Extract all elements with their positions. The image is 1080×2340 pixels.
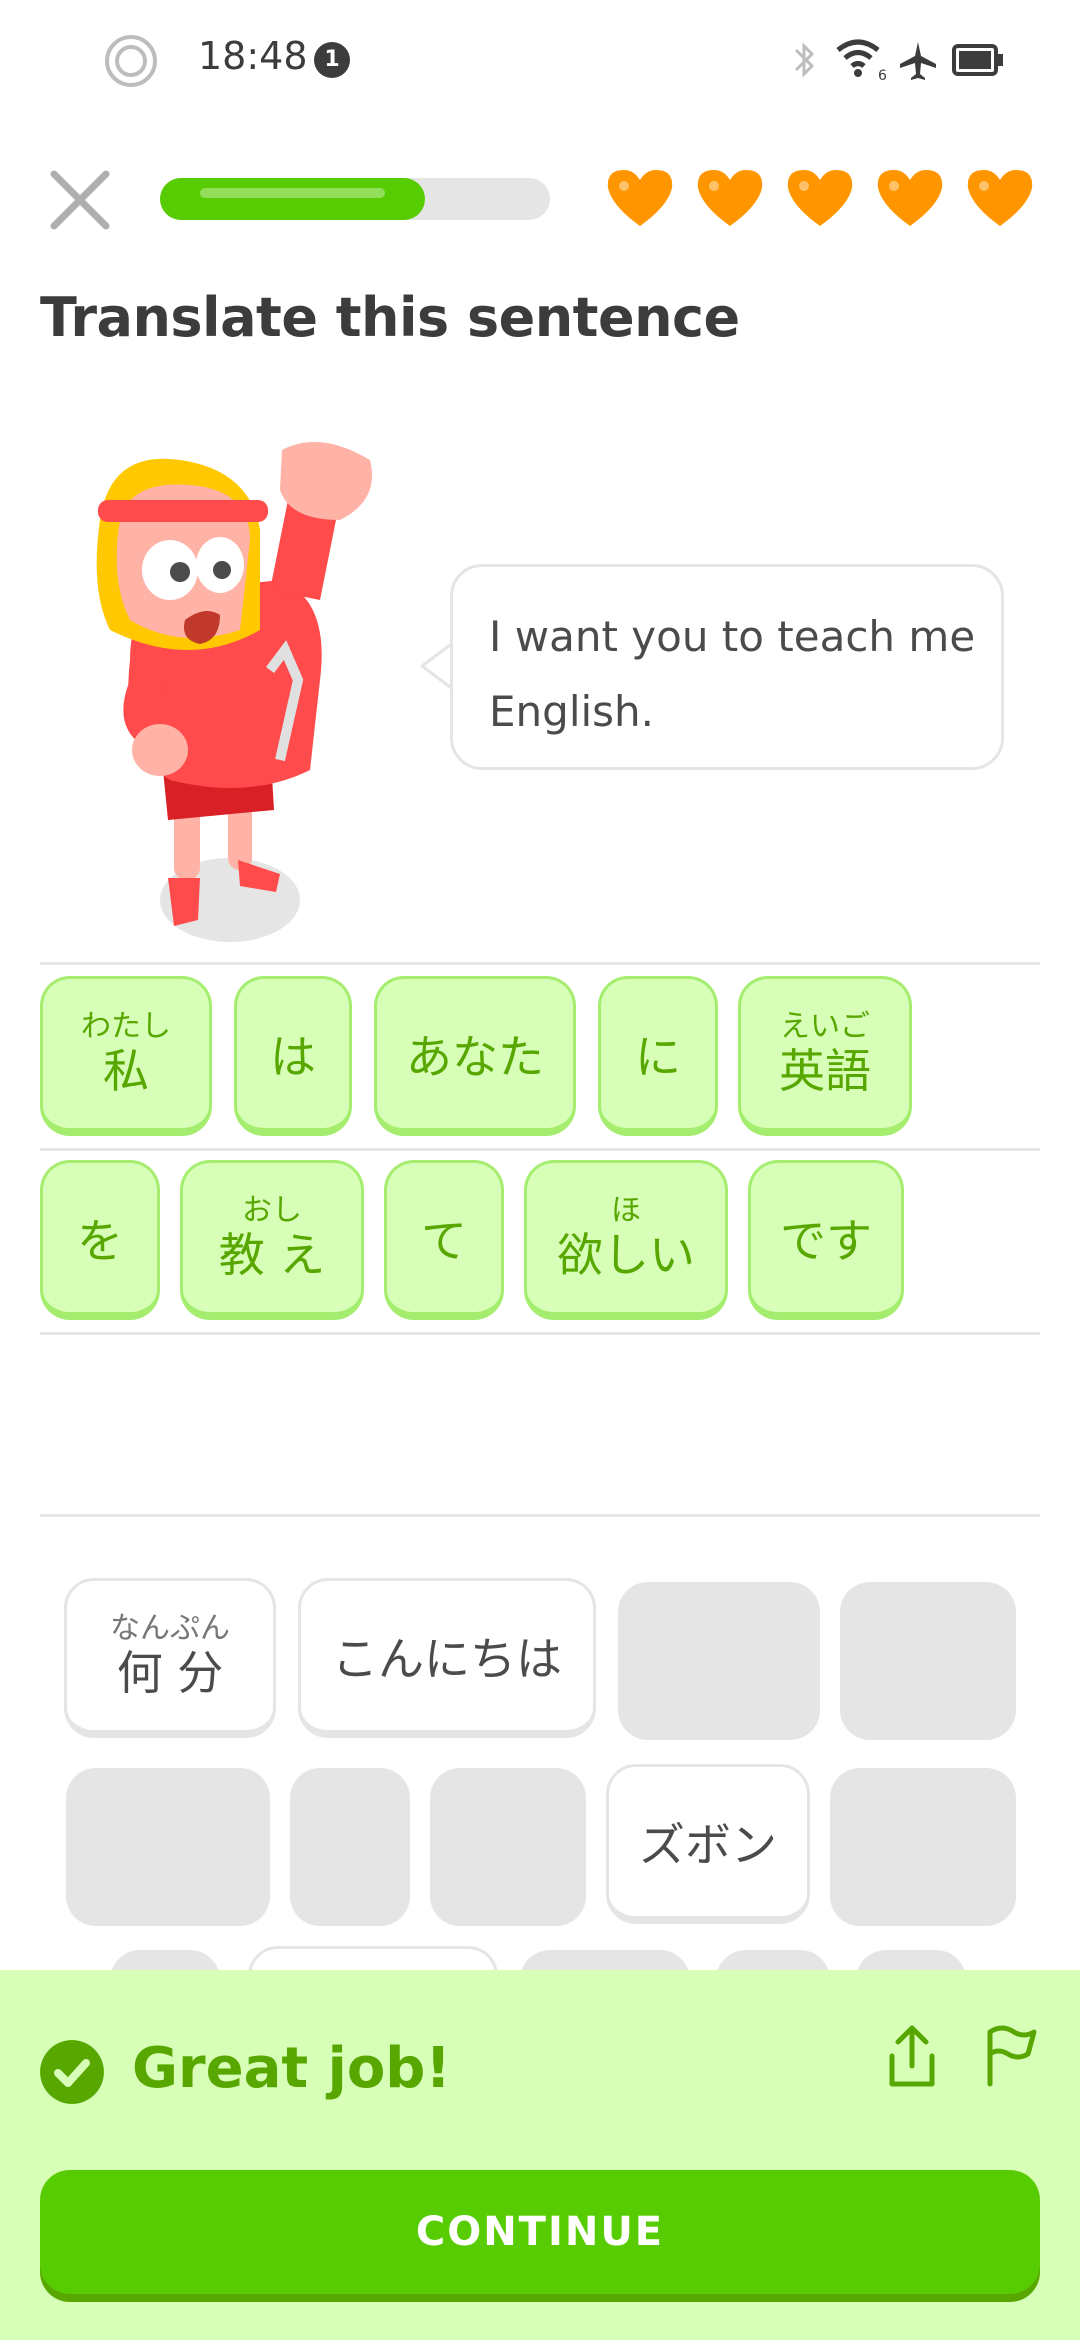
tile-text: 英語 <box>779 1043 871 1098</box>
answer-line-1 <box>40 962 1040 965</box>
tile-furigana: ほ <box>611 1192 641 1228</box>
answer-line-2 <box>40 1148 1040 1151</box>
heart-icon <box>967 170 1033 226</box>
tile-furigana: なんぷん <box>110 1610 230 1646</box>
word-bank-slot[interactable] <box>618 1582 820 1740</box>
report-flag-icon[interactable] <box>982 2022 1040 2092</box>
word-bank-slot[interactable] <box>66 1768 270 1926</box>
tile-text: 私 <box>103 1043 149 1098</box>
character-illustration <box>96 442 372 942</box>
tile-text: に <box>635 1029 681 1084</box>
airplane-mode-icon <box>900 42 936 80</box>
tile-text: を <box>77 1213 123 1268</box>
word-bank-slot[interactable] <box>840 1582 1016 1740</box>
answer-tile[interactable]: ほ欲しい <box>524 1160 728 1320</box>
hearts <box>604 166 1036 230</box>
tile-text: こんにちは <box>332 1631 562 1686</box>
tile-text: です <box>780 1213 872 1268</box>
tile-text: 何 分 <box>116 1645 224 1700</box>
progress-fill <box>160 178 425 220</box>
svg-text:6: 6 <box>878 68 887 82</box>
tile-text: ズボン <box>639 1817 777 1872</box>
word-bank-tile[interactable]: なんぷん何 分 <box>64 1578 276 1738</box>
answer-tile[interactable]: です <box>748 1160 904 1320</box>
wifi-icon: 6 <box>836 39 887 82</box>
answer-tile[interactable]: て <box>384 1160 504 1320</box>
close-icon[interactable] <box>48 168 112 232</box>
word-bank-divider <box>40 1514 1040 1517</box>
battery-icon <box>952 44 1003 76</box>
heart-icon <box>697 170 763 226</box>
word-bank-tile[interactable]: こんにちは <box>298 1578 596 1738</box>
tile-furigana: わたし <box>81 1008 171 1044</box>
feedback-message: Great job! <box>132 2036 451 2101</box>
check-icon <box>40 2040 104 2104</box>
page-title: Translate this sentence <box>40 286 740 349</box>
bluetooth-icon <box>794 42 815 78</box>
speech-bubble: I want you to teach me English. <box>450 564 1004 770</box>
tile-text: て <box>421 1213 467 1268</box>
heart-icon <box>787 170 853 226</box>
notification-badge: 1 <box>314 42 350 78</box>
tile-text: 教 え <box>218 1227 326 1282</box>
status-time: 18:48 <box>198 34 308 78</box>
share-icon[interactable] <box>884 2022 940 2092</box>
screen-record-icon <box>105 35 157 87</box>
tile-text: 欲しい <box>557 1227 695 1282</box>
word-bank-slot[interactable] <box>430 1768 586 1926</box>
answer-tile[interactable]: おし教 え <box>180 1160 364 1320</box>
status-bar: 18:48 1 6 <box>0 0 1080 120</box>
prompt-sentence: I want you to teach me English. <box>489 612 976 736</box>
tile-text: あなた <box>406 1029 544 1084</box>
tile-furigana: えいご <box>780 1008 870 1044</box>
heart-icon <box>607 170 673 226</box>
answer-tile[interactable]: わたし私 <box>40 976 212 1136</box>
answer-tile[interactable]: に <box>598 976 718 1136</box>
word-bank-slot[interactable] <box>830 1768 1016 1926</box>
continue-button[interactable]: CONTINUE <box>40 2170 1040 2294</box>
answer-tile[interactable]: を <box>40 1160 160 1320</box>
progress-shine <box>200 188 385 198</box>
answer-line-3 <box>40 1332 1040 1335</box>
word-bank-tile[interactable]: ズボン <box>606 1764 810 1924</box>
heart-icon <box>877 170 943 226</box>
word-bank-slot[interactable] <box>290 1768 410 1926</box>
answer-tile[interactable]: あなた <box>374 976 576 1136</box>
lesson-progress-bar <box>160 178 550 220</box>
tile-furigana: おし <box>242 1192 302 1228</box>
answer-tile[interactable]: えいご 英語 <box>738 976 912 1136</box>
tile-text: は <box>270 1029 316 1084</box>
answer-tile[interactable]: は <box>234 976 352 1136</box>
